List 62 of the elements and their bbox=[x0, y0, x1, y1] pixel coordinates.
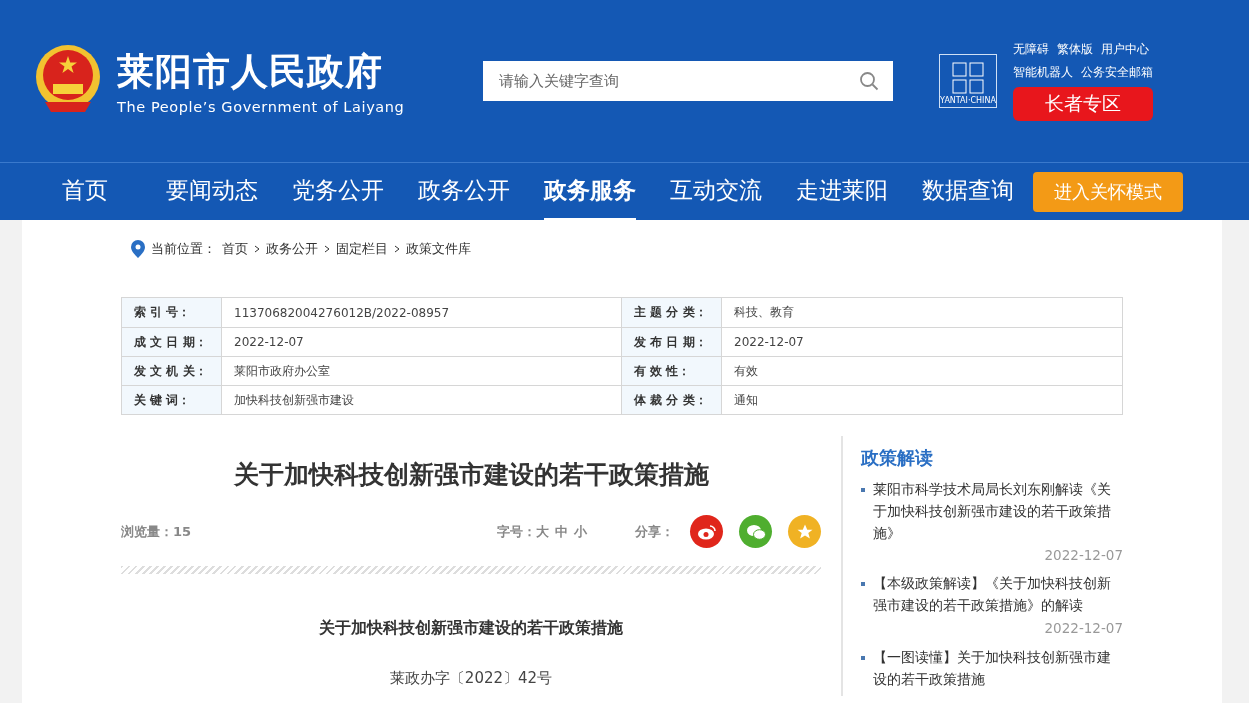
table-label: 成 文 日 期： bbox=[122, 328, 222, 356]
views-label: 浏览量： bbox=[121, 522, 173, 541]
nav-tab[interactable]: 走进莱阳 bbox=[796, 162, 888, 221]
table-label: 主 题 分 类： bbox=[622, 298, 722, 327]
breadcrumb-link[interactable]: 首页 bbox=[222, 239, 248, 258]
font-size-label: 字号： bbox=[497, 522, 536, 541]
top-link[interactable]: 无障碍 bbox=[1013, 41, 1049, 58]
site-subtitle: The People’s Government of Laiyang bbox=[117, 99, 405, 115]
breadcrumb-link[interactable]: 政策文件库 bbox=[406, 239, 471, 258]
font-size-option[interactable]: 大 bbox=[536, 522, 549, 541]
document-number: 莱政办字〔2022〕42号 bbox=[388, 669, 554, 688]
top-link[interactable]: 智能机器人 bbox=[1013, 64, 1073, 81]
location-pin-icon bbox=[131, 239, 145, 258]
search-bar[interactable]: 请输入关键字查询 bbox=[483, 61, 893, 101]
interpretation-link[interactable]: 【一图读懂】关于加快科技创新强市建设的若干政策措施 bbox=[873, 646, 1123, 690]
table-label: 有 效 性： bbox=[622, 357, 722, 385]
chevron-icon bbox=[254, 244, 260, 253]
elder-zone-button[interactable]: 长者专区 bbox=[1013, 87, 1153, 121]
breadcrumb-link[interactable]: 固定栏目 bbox=[336, 239, 388, 258]
article-title: 关于加快科技创新强市建设的若干政策措施 bbox=[232, 459, 710, 491]
nav-tab[interactable]: 政务公开 bbox=[418, 162, 510, 221]
nav-tab[interactable]: 党务公开 bbox=[292, 162, 384, 221]
bullet-icon bbox=[861, 656, 865, 660]
wechat-icon bbox=[745, 523, 766, 540]
weibo-icon bbox=[696, 523, 717, 540]
top-link[interactable]: 公务安全邮箱 bbox=[1081, 64, 1153, 81]
breadcrumb-label: 当前位置： bbox=[151, 239, 216, 258]
bullet-icon bbox=[861, 488, 865, 492]
table-cell-text: 2022-12-07 bbox=[733, 334, 805, 351]
breadcrumb-link[interactable]: 政务公开 bbox=[266, 239, 318, 258]
site-title: 莱阳市人民政府 bbox=[117, 49, 384, 95]
date-text: 2022-12-07 bbox=[1044, 546, 1123, 565]
table-cell-text: 科技、教育 bbox=[733, 304, 795, 321]
font-size-option[interactable]: 小 bbox=[574, 522, 587, 541]
table-cell-text: 通知 bbox=[733, 391, 759, 409]
share-button[interactable] bbox=[739, 515, 772, 548]
badge-caption: YANTAI·CHINA bbox=[940, 96, 996, 105]
interpretation-link[interactable]: 【本级政策解读】《关于加快科技创新强市建设的若干政策措施》的解读 bbox=[873, 572, 1123, 616]
top-link[interactable]: 繁体版 bbox=[1057, 41, 1093, 58]
table-label: 体 裁 分 类： bbox=[622, 386, 722, 414]
interpretation-link[interactable]: 莱阳市科学技术局局长刘东刚解读《关于加快科技创新强市建设的若干政策措施》 bbox=[873, 478, 1123, 544]
table-cell-text: 有效 bbox=[733, 362, 759, 380]
sidebar-title: 政策解读 bbox=[861, 446, 934, 470]
nav-tab[interactable]: 要闻动态 bbox=[166, 162, 258, 221]
table-label: 索 引 号： bbox=[122, 298, 222, 327]
document-title: 关于加快科技创新强市建设的若干政策措施 bbox=[318, 618, 624, 639]
table-label: 关 键 词： bbox=[122, 386, 222, 414]
share-label: 分享： bbox=[635, 522, 674, 541]
nav-tab[interactable]: 首页 bbox=[62, 162, 108, 221]
chevron-icon bbox=[324, 244, 330, 253]
share-button[interactable] bbox=[690, 515, 723, 548]
views-count: 15 bbox=[173, 524, 192, 539]
table-label: 发 布 日 期： bbox=[622, 328, 722, 356]
search-icon[interactable] bbox=[859, 71, 879, 91]
bullet-icon bbox=[861, 582, 865, 586]
nav-tab[interactable]: 互动交流 bbox=[670, 162, 762, 221]
top-link[interactable]: 用户中心 bbox=[1101, 41, 1149, 58]
font-size-option[interactable]: 中 bbox=[555, 522, 568, 541]
table-label: 发 文 机 关： bbox=[122, 357, 222, 385]
chevron-icon bbox=[394, 244, 400, 253]
date-text: 2022-12-07 bbox=[1044, 619, 1123, 638]
nav-tab[interactable]: 数据查询 bbox=[922, 162, 1014, 221]
